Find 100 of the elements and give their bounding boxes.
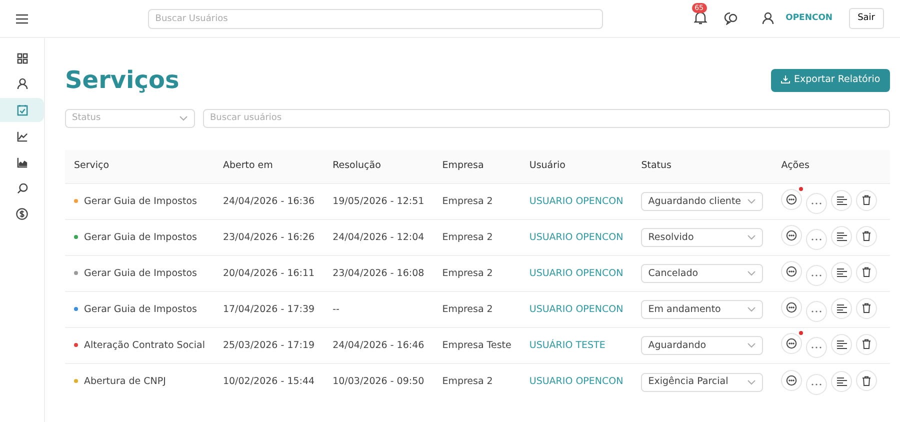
delete-button[interactable] — [856, 334, 878, 355]
search-icon — [16, 182, 28, 194]
area-chart-icon — [16, 156, 28, 168]
chevron-down-icon — [747, 199, 756, 204]
trash-icon — [862, 231, 872, 242]
details-icon — [836, 376, 847, 386]
user-link[interactable]: USUARIO OPENCON — [529, 268, 624, 279]
service-name: Alteração Contrato Social — [84, 340, 205, 351]
user-icon — [762, 12, 774, 25]
status-select[interactable]: Aguardando cliente — [641, 192, 764, 212]
details-button[interactable] — [831, 262, 852, 284]
trash-icon — [862, 376, 872, 386]
search-field[interactable]: Buscar usuários — [203, 108, 890, 128]
user-link[interactable]: USUARIO OPENCON — [529, 304, 624, 315]
trash-icon — [862, 267, 872, 278]
table-cell: 24/04/2026 - 12:04 — [324, 220, 434, 256]
more-icon — [811, 382, 822, 386]
service-name: Abertura de CNPJ — [84, 376, 166, 387]
chat-button[interactable] — [781, 370, 802, 391]
chat-icon — [786, 194, 798, 206]
details-button[interactable] — [831, 334, 852, 356]
column-header: Empresa — [433, 150, 520, 184]
status-filter[interactable]: Status — [65, 108, 195, 128]
download-icon — [781, 75, 790, 84]
more-icon — [811, 346, 822, 350]
chat-icon — [786, 230, 798, 242]
line-chart-icon — [16, 130, 28, 142]
chat-icon — [786, 338, 798, 350]
details-button[interactable] — [831, 298, 852, 320]
menu-icon[interactable] — [16, 14, 28, 24]
user-link[interactable]: USUÁRIO TESTE — [529, 340, 606, 351]
logout-button[interactable]: Sair — [848, 8, 884, 30]
dollar-coin-icon — [16, 208, 28, 220]
details-icon — [836, 232, 847, 242]
delete-button[interactable] — [856, 370, 878, 392]
more-icon — [811, 274, 822, 278]
user-icon — [16, 78, 28, 90]
details-icon — [836, 340, 847, 350]
chevron-down-icon — [747, 307, 756, 312]
chat-icon — [786, 266, 798, 278]
service-name: Gerar Guia de Impostos — [84, 196, 197, 207]
user-link[interactable]: USUARIO OPENCON — [529, 232, 624, 243]
column-header: Ações — [772, 150, 890, 184]
status-select[interactable]: Aguardando — [641, 336, 764, 356]
chat-icon — [722, 11, 738, 26]
table-cell: Empresa 2 — [433, 292, 520, 328]
service-name: Gerar Guia de Impostos — [84, 304, 197, 315]
table-cell: 20/04/2026 - 16:11 — [214, 256, 324, 292]
user-name[interactable]: OPENCON — [786, 12, 833, 25]
table-cell: Empresa 2 — [433, 184, 520, 220]
chat-button[interactable] — [781, 225, 802, 246]
chevron-down-icon — [747, 380, 756, 385]
service-name: Gerar Guia de Impostos — [84, 232, 197, 243]
chat-button[interactable] — [722, 11, 738, 26]
column-header: Aberto em — [214, 150, 324, 184]
details-button[interactable] — [831, 226, 852, 248]
details-icon — [836, 268, 847, 278]
trash-icon — [862, 339, 872, 350]
export-button[interactable]: Exportar Relatório — [771, 69, 890, 92]
delete-button[interactable] — [856, 298, 878, 319]
chat-button[interactable] — [781, 189, 802, 210]
page-title: Serviços — [65, 66, 180, 95]
chat-icon — [786, 302, 798, 314]
details-icon — [836, 196, 847, 206]
table-cell: 10/03/2026 - 09:50 — [324, 364, 434, 400]
chevron-down-icon — [747, 271, 756, 276]
notification-button[interactable] — [694, 11, 707, 26]
table-cell: 24/04/2026 - 16:36 — [214, 184, 324, 220]
more-icon — [811, 238, 822, 242]
table-cell: 23/04/2026 - 16:08 — [324, 256, 434, 292]
status-select[interactable]: Exigência Parcial — [641, 372, 764, 392]
table-cell: -- — [324, 292, 434, 328]
chat-button[interactable] — [781, 297, 802, 318]
trash-icon — [862, 303, 872, 314]
status-select[interactable]: Cancelado — [641, 264, 764, 284]
table-cell: 19/05/2026 - 12:51 — [324, 184, 434, 220]
delete-button[interactable] — [856, 262, 878, 283]
column-header: Status — [632, 150, 772, 184]
details-button[interactable] — [831, 370, 852, 392]
status-select[interactable]: Em andamento — [641, 300, 764, 320]
chat-button[interactable] — [781, 333, 802, 354]
table-cell: 10/02/2026 - 15:44 — [214, 364, 324, 400]
calendar-check-icon — [16, 104, 28, 116]
chat-button[interactable] — [781, 261, 802, 282]
delete-button[interactable] — [856, 226, 878, 247]
delete-button[interactable] — [856, 190, 878, 211]
details-button[interactable] — [831, 190, 852, 212]
chevron-down-icon — [747, 235, 756, 240]
user-link[interactable]: USUARIO OPENCON — [529, 196, 624, 207]
trash-icon — [862, 195, 872, 206]
table-cell: Empresa 2 — [433, 220, 520, 256]
table-cell: Empresa Teste — [433, 328, 520, 364]
bell-icon — [694, 11, 707, 26]
search-field[interactable]: Buscar Usuários — [148, 8, 604, 28]
service-name: Gerar Guia de Impostos — [84, 268, 197, 279]
user-link[interactable]: USUARIO OPENCON — [529, 376, 624, 387]
status-select[interactable]: Resolvido — [641, 228, 764, 248]
table-cell: Empresa 2 — [433, 256, 520, 292]
chat-icon — [786, 374, 798, 386]
column-header: Serviço — [65, 150, 214, 184]
